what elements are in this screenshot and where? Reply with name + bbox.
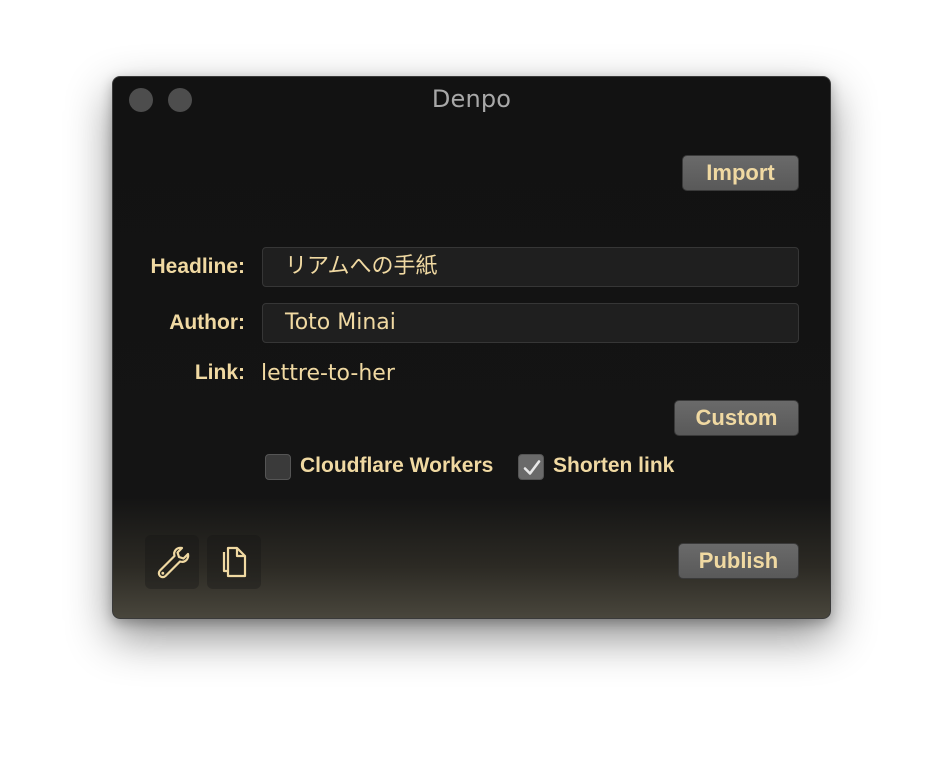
copy-icon: [222, 546, 247, 578]
author-input[interactable]: Toto Minai: [262, 303, 799, 343]
app-window: Denpo Import Headline: リアムへの手紙 Author: T…: [112, 76, 831, 619]
copy-button[interactable]: [207, 535, 261, 589]
shorten-link-checkbox[interactable]: [518, 454, 544, 480]
cloudflare-workers-label: Cloudflare Workers: [300, 454, 494, 477]
shorten-link-label: Shorten link: [553, 454, 675, 477]
link-value: lettre-to-her: [261, 361, 395, 386]
checkmark-icon: [523, 460, 541, 475]
settings-button[interactable]: [145, 535, 199, 589]
headline-label: Headline:: [150, 255, 245, 278]
link-label: Link:: [194, 361, 245, 384]
window-title: Denpo: [431, 85, 512, 113]
cloudflare-workers-checkbox[interactable]: [265, 454, 291, 480]
headline-input[interactable]: リアムへの手紙: [262, 247, 799, 287]
import-button[interactable]: Import: [682, 155, 799, 191]
wrench-icon: [157, 546, 190, 579]
custom-button[interactable]: Custom: [674, 400, 799, 436]
publish-button[interactable]: Publish: [678, 543, 799, 579]
author-label: Author:: [169, 311, 245, 334]
